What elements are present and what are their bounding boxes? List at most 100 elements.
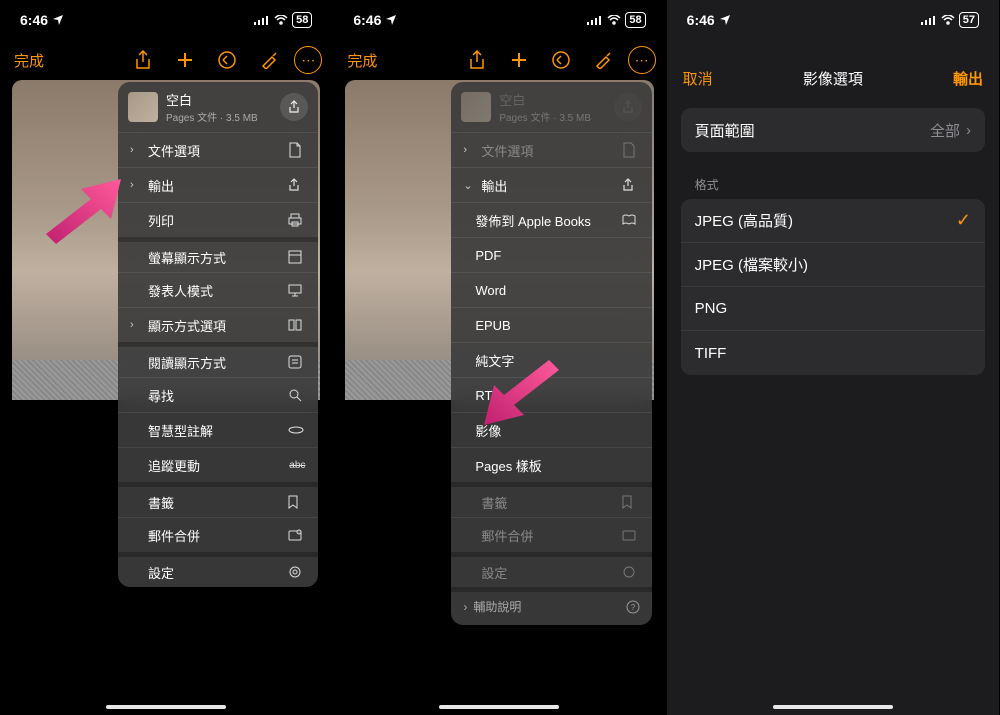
- menu-doc-options[interactable]: › 文件選項: [118, 132, 318, 167]
- wifi-icon: [607, 15, 621, 25]
- format-jpeg-small[interactable]: JPEG (檔案較小): [681, 243, 985, 287]
- menu-settings[interactable]: 設定: [118, 552, 318, 587]
- phone-screen-1: 6:46 58 完成 ⋯: [0, 0, 333, 715]
- add-icon[interactable]: [168, 43, 202, 77]
- more-popover: 空白 Pages 文件 · 3.5 MB › 文件選項 › 輸出 列印: [118, 82, 318, 587]
- print-icon: [288, 213, 306, 227]
- wifi-icon: [941, 15, 955, 25]
- menu-mail-merge: 郵件合併: [451, 517, 651, 552]
- phone-screen-2: 6:46 58 完成 ⋯: [333, 0, 666, 715]
- header-share-icon[interactable]: [280, 93, 308, 121]
- share-icon: [288, 178, 306, 192]
- format-jpeg-high[interactable]: JPEG (高品質) ✓: [681, 199, 985, 243]
- document-icon: [288, 142, 306, 158]
- track-changes-icon: abc: [288, 460, 306, 471]
- share-icon[interactable]: [460, 43, 494, 77]
- doc-thumbnail: [128, 92, 158, 122]
- menu-help[interactable]: › 輔助說明 ?: [451, 587, 651, 625]
- mail-merge-icon: [288, 529, 306, 541]
- format-icon[interactable]: [252, 43, 286, 77]
- status-bar: 6:46 57: [667, 0, 999, 40]
- cancel-button[interactable]: 取消: [683, 68, 713, 89]
- gear-icon: [288, 565, 306, 579]
- location-icon: [385, 14, 397, 26]
- format-tiff[interactable]: TIFF: [681, 331, 985, 375]
- menu-export-expanded[interactable]: ⌄ 輸出: [451, 167, 651, 202]
- presenter-icon: [288, 283, 306, 297]
- popover-header: 空白 Pages 文件 · 3.5 MB: [451, 82, 651, 132]
- menu-find[interactable]: 尋找: [118, 377, 318, 412]
- undo-icon[interactable]: [544, 43, 578, 77]
- battery-level: 57: [959, 12, 979, 28]
- menu-track-changes[interactable]: 追蹤更動 abc: [118, 447, 318, 482]
- svg-text:?: ?: [630, 603, 635, 612]
- menu-bookmarks: 書籤: [451, 482, 651, 517]
- popover-header: 空白 Pages 文件 · 3.5 MB: [118, 82, 318, 132]
- format-icon[interactable]: [586, 43, 620, 77]
- gear-icon: [622, 565, 640, 579]
- page-range-row[interactable]: 頁面範圍 全部 ›: [681, 108, 985, 152]
- page-range-label: 頁面範圍: [695, 120, 930, 141]
- menu-smart-annotations[interactable]: 智慧型註解: [118, 412, 318, 447]
- done-button[interactable]: 完成: [343, 50, 381, 71]
- menu-reading-view[interactable]: 閱讀顯示方式: [118, 342, 318, 377]
- export-epub[interactable]: EPUB: [451, 307, 651, 342]
- export-rtf[interactable]: RTF: [451, 377, 651, 412]
- export-template[interactable]: Pages 樣板: [451, 447, 651, 482]
- doc-title: 空白: [166, 90, 272, 109]
- add-icon[interactable]: [502, 43, 536, 77]
- toolbar: 完成 ⋯: [0, 40, 332, 80]
- mail-merge-icon: [622, 529, 640, 541]
- book-icon: [622, 214, 640, 226]
- format-list: JPEG (高品質) ✓ JPEG (檔案較小) PNG TIFF: [681, 199, 985, 375]
- chevron-right-icon: ›: [130, 144, 142, 156]
- layout-icon: [288, 250, 306, 264]
- export-image[interactable]: 影像: [451, 412, 651, 447]
- menu-mail-merge[interactable]: 郵件合併: [118, 517, 318, 552]
- done-button[interactable]: 完成: [10, 50, 48, 71]
- signal-icon: [921, 15, 937, 25]
- export-pdf[interactable]: PDF: [451, 237, 651, 272]
- status-bar: 6:46 58: [0, 0, 332, 40]
- menu-presenter[interactable]: 發表人模式: [118, 272, 318, 307]
- bookmark-icon: [622, 495, 640, 509]
- undo-icon[interactable]: [210, 43, 244, 77]
- format-png[interactable]: PNG: [681, 287, 985, 331]
- share-icon[interactable]: [126, 43, 160, 77]
- more-icon[interactable]: ⋯: [628, 46, 656, 74]
- split-icon: [288, 319, 306, 331]
- home-indicator[interactable]: [773, 705, 893, 709]
- image-options-body: 頁面範圍 全部 › 格式 JPEG (高品質) ✓ JPEG (檔案較小) PN…: [667, 100, 999, 715]
- bookmark-icon: [288, 495, 306, 509]
- export-plaintext[interactable]: 純文字: [451, 342, 651, 377]
- annotation-icon: [288, 425, 306, 435]
- export-word[interactable]: Word: [451, 272, 651, 307]
- more-icon[interactable]: ⋯: [294, 46, 322, 74]
- export-apple-books[interactable]: 發佈到 Apple Books: [451, 202, 651, 237]
- export-button[interactable]: 輸出: [953, 68, 983, 89]
- doc-subtitle: Pages 文件 · 3.5 MB: [499, 109, 605, 124]
- menu-bookmarks[interactable]: 書籤: [118, 482, 318, 517]
- page-title: 影像選項: [803, 68, 863, 89]
- chevron-right-icon: ›: [463, 600, 467, 614]
- page-range-value: 全部: [930, 120, 960, 141]
- menu-export[interactable]: › 輸出: [118, 167, 318, 202]
- checkmark-icon: ✓: [956, 210, 971, 231]
- home-indicator[interactable]: [439, 705, 559, 709]
- more-popover-expanded: 空白 Pages 文件 · 3.5 MB › 文件選項 ⌄ 輸出 發佈到 App…: [451, 82, 651, 625]
- menu-doc-options: › 文件選項: [451, 132, 651, 167]
- doc-subtitle: Pages 文件 · 3.5 MB: [166, 109, 272, 124]
- document-icon: [622, 142, 640, 158]
- location-icon: [719, 14, 731, 26]
- phone-screen-3: 6:46 57 取消 影像選項 輸出 頁面範圍 全部 › 格式: [667, 0, 1000, 715]
- format-section-label: 格式: [681, 176, 985, 199]
- toolbar: 完成 ⋯: [333, 40, 665, 80]
- status-bar: 6:46 58: [333, 0, 665, 40]
- menu-print[interactable]: 列印: [118, 202, 318, 237]
- home-indicator[interactable]: [106, 705, 226, 709]
- location-icon: [52, 14, 64, 26]
- menu-screen-display[interactable]: 螢幕顯示方式: [118, 237, 318, 272]
- menu-settings: 設定: [451, 552, 651, 587]
- menu-display-options[interactable]: › 顯示方式選項: [118, 307, 318, 342]
- search-icon: [288, 388, 306, 402]
